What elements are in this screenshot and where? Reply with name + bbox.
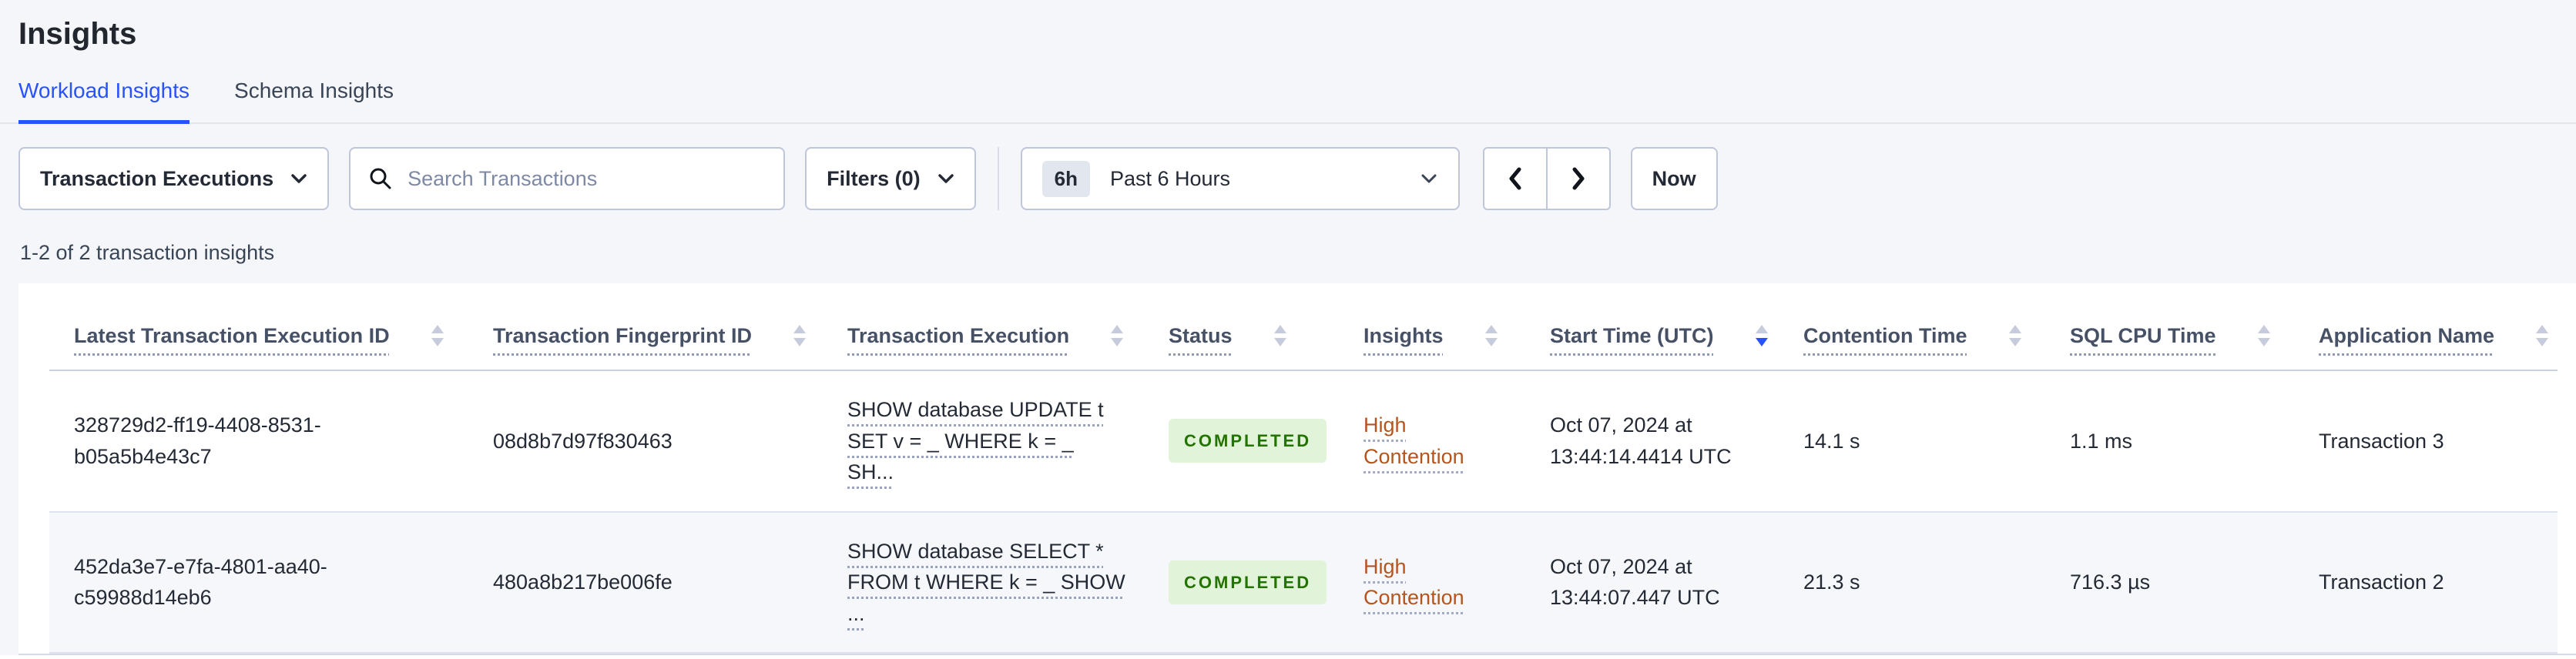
insights-page: Insights Workload Insights Schema Insigh… [0, 0, 2576, 655]
cell-sql-cpu-time: 1.1 ms [2070, 429, 2133, 453]
time-range-label: Past 6 Hours [1109, 166, 1231, 190]
table-row: 452da3e7-e7fa-4801-aa40-c59988d14eb6 480… [49, 511, 2558, 654]
chevron-right-icon [1570, 166, 1587, 192]
search-icon [367, 166, 394, 192]
page-title: Insights [18, 17, 137, 51]
next-time-window-button[interactable] [1548, 149, 1609, 209]
cell-fingerprint-id: 08d8b7d97f830463 [493, 429, 673, 453]
cell-status: COMPLETED [1144, 512, 1339, 654]
cell-start-time: Oct 07, 2024 at 13:44:14.4414 UTC [1550, 413, 1732, 468]
toolbar-divider [997, 147, 999, 210]
cell-application-name: Transaction 2 [2319, 570, 2444, 594]
column-header-start-time[interactable]: Start Time (UTC) [1525, 283, 1779, 371]
cell-sql-cpu-time: 716.3 µs [2070, 570, 2151, 594]
cell-latest-execution-id: 328729d2-ff19-4408-8531-b05a5b4e43c7 [74, 413, 321, 468]
tab-workload-insights[interactable]: Workload Insights [18, 79, 190, 124]
chevron-left-icon [1507, 166, 1524, 192]
sort-icon[interactable] [430, 323, 445, 348]
column-label: Application Name [2319, 323, 2495, 347]
column-header-insights[interactable]: Insights [1339, 283, 1525, 371]
table-header-row: Latest Transaction Execution ID Transact… [49, 283, 2558, 371]
column-label: Status [1169, 323, 1233, 347]
table-row: 328729d2-ff19-4408-8531-b05a5b4e43c7 08d… [49, 370, 2558, 512]
chevron-down-icon [290, 173, 307, 184]
chevron-down-icon [937, 173, 954, 184]
sort-icon-active-desc[interactable] [1754, 323, 1769, 348]
column-header-fingerprint-id[interactable]: Transaction Fingerprint ID [468, 283, 823, 371]
cell-insights: High Contention [1339, 370, 1525, 512]
cell-latest-execution-id: 452da3e7-e7fa-4801-aa40-c59988d14eb6 [74, 554, 327, 610]
sort-icon[interactable] [2007, 323, 2023, 348]
sort-icon[interactable] [1109, 323, 1125, 348]
sort-icon[interactable] [2256, 323, 2272, 348]
cell-transaction-execution: SHOW database UPDATE t SET v = _ WHERE k… [823, 370, 1144, 512]
page-header: Insights [0, 0, 2576, 55]
time-range-picker[interactable]: 6h Past 6 Hours [1020, 147, 1460, 210]
sort-icon[interactable] [792, 323, 807, 348]
cell-contention-time: 21.3 s [1803, 570, 1860, 594]
transaction-execution-link[interactable]: SHOW database UPDATE t SET v = _ WHERE k… [847, 398, 1104, 483]
column-header-contention-time[interactable]: Contention Time [1779, 283, 2045, 371]
insight-link[interactable]: High Contention [1363, 551, 1507, 614]
cell-transaction-execution: SHOW database SELECT * FROM t WHERE k = … [823, 512, 1144, 654]
column-header-latest-execution-id[interactable]: Latest Transaction Execution ID [49, 283, 468, 371]
column-label: Transaction Fingerprint ID [493, 323, 753, 347]
execution-type-dropdown-label: Transaction Executions [40, 166, 274, 190]
column-header-sql-cpu-time[interactable]: SQL CPU Time [2045, 283, 2294, 371]
column-label: Contention Time [1803, 323, 1967, 347]
execution-type-dropdown[interactable]: Transaction Executions [18, 147, 330, 210]
sort-icon[interactable] [2534, 323, 2550, 348]
column-label: Start Time (UTC) [1550, 323, 1714, 347]
cell-start-time: Oct 07, 2024 at 13:44:07.447 UTC [1550, 554, 1720, 610]
cell-contention-time: 14.1 s [1803, 429, 1860, 453]
toolbar: Transaction Executions Filters (0) 6h Pa… [18, 147, 2558, 210]
time-window-pager [1482, 147, 1611, 210]
filters-label: Filters (0) [827, 166, 921, 190]
status-badge: COMPLETED [1169, 419, 1327, 463]
tab-schema-insights[interactable]: Schema Insights [234, 79, 394, 124]
insight-link[interactable]: High Contention [1363, 410, 1507, 472]
column-header-status[interactable]: Status [1144, 283, 1339, 371]
filters-dropdown[interactable]: Filters (0) [805, 147, 976, 210]
column-label: Transaction Execution [847, 323, 1070, 347]
column-label: SQL CPU Time [2070, 323, 2216, 347]
sort-icon[interactable] [1484, 323, 1499, 348]
search-input[interactable] [408, 166, 767, 191]
column-header-transaction-execution[interactable]: Transaction Execution [823, 283, 1144, 371]
chevron-down-icon [1420, 173, 1438, 185]
cell-application-name: Transaction 3 [2319, 429, 2444, 453]
time-range-badge: 6h [1041, 160, 1090, 197]
transaction-execution-link[interactable]: SHOW database SELECT * FROM t WHERE k = … [847, 540, 1125, 625]
tab-bar: Workload Insights Schema Insights [0, 79, 2576, 124]
cell-insights: High Contention [1339, 512, 1525, 654]
insights-table-card: Latest Transaction Execution ID Transact… [18, 283, 2576, 655]
search-box[interactable] [349, 147, 786, 210]
results-count: 1-2 of 2 transaction insights [20, 241, 275, 264]
column-label: Latest Transaction Execution ID [74, 323, 390, 347]
now-button[interactable]: Now [1630, 147, 1718, 210]
cell-status: COMPLETED [1144, 370, 1339, 512]
column-header-application-name[interactable]: Application Name [2294, 283, 2558, 371]
column-label: Insights [1363, 323, 1444, 347]
cell-fingerprint-id: 480a8b217be006fe [493, 570, 673, 594]
status-badge: COMPLETED [1169, 560, 1327, 604]
sort-icon[interactable] [1273, 323, 1288, 348]
now-button-label: Now [1652, 166, 1696, 190]
previous-time-window-button[interactable] [1484, 149, 1548, 209]
transaction-insights-table: Latest Transaction Execution ID Transact… [49, 283, 2558, 654]
